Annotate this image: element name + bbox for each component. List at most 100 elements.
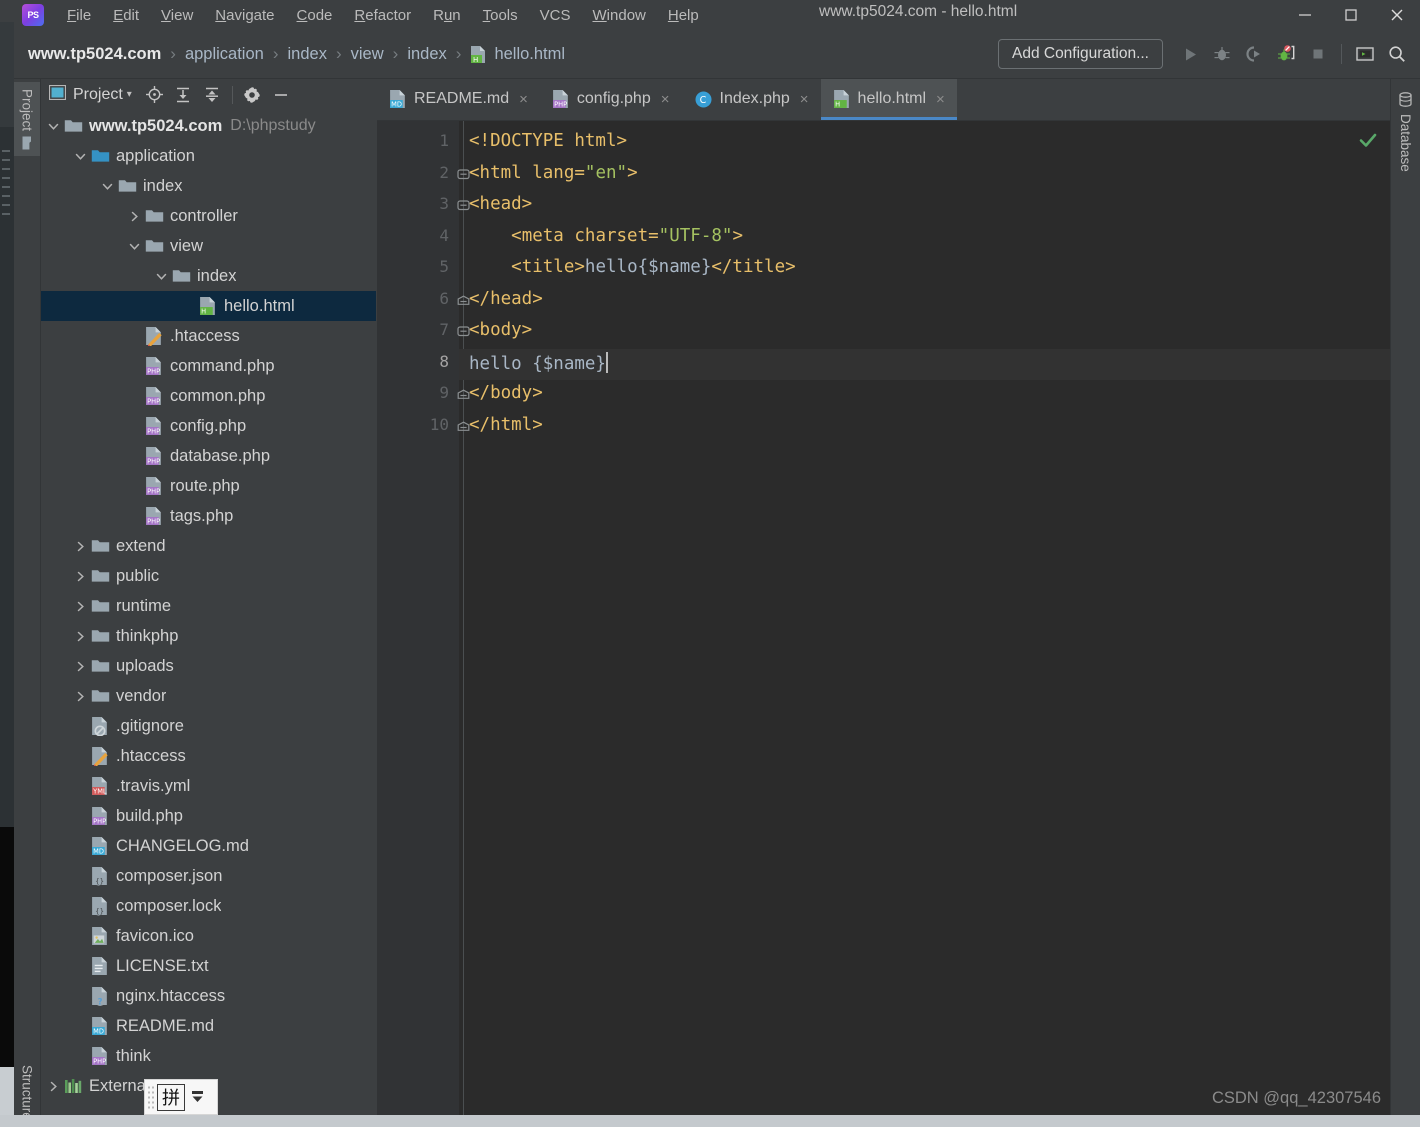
ime-expand-button[interactable] (192, 1091, 203, 1103)
menu-item-file[interactable]: File (56, 4, 102, 27)
code-editor[interactable]: 1 2 3 4 5 6 7 8 9 10 CSDN @qq_42307546 <!DOCTYPE … (377, 121, 1391, 1127)
menu-item-window[interactable]: Window (582, 4, 657, 27)
chevron-down-icon[interactable]: ▾ (127, 89, 132, 100)
chevron-right-icon[interactable] (75, 661, 86, 672)
close-tab-icon[interactable]: × (800, 91, 809, 108)
hide-panel-button[interactable] (267, 80, 296, 109)
collapse-all-button[interactable] (198, 80, 227, 109)
menu-item-run[interactable]: Run (422, 4, 472, 27)
tree-row[interactable]: {} composer.lock (40, 891, 376, 921)
chevron-down-icon[interactable] (48, 121, 59, 132)
tree-row[interactable]: Hhello.html (40, 291, 376, 321)
debug-button[interactable] (1207, 39, 1237, 69)
sidebar-tab-database[interactable]: Database (1391, 84, 1420, 180)
chevron-right-icon[interactable] (75, 601, 86, 612)
chevron-right-icon[interactable] (75, 691, 86, 702)
tree-row[interactable]: index (40, 171, 376, 201)
code-line[interactable]: <!DOCTYPE html> (469, 131, 627, 151)
code-line[interactable]: <body> (469, 320, 532, 340)
maximize-button[interactable] (1328, 0, 1374, 30)
tree-row[interactable]: view (40, 231, 376, 261)
close-tab-icon[interactable]: × (661, 91, 670, 108)
tree-row[interactable]: PHP database.php (40, 441, 376, 471)
menu-item-refactor[interactable]: Refactor (343, 4, 422, 27)
menu-item-tools[interactable]: Tools (472, 4, 529, 27)
tree-toggle-arrow[interactable] (71, 601, 89, 612)
chevron-down-icon[interactable] (102, 181, 113, 192)
code-line[interactable]: <html lang="en"> (469, 163, 638, 183)
tree-row[interactable]: uploads (40, 651, 376, 681)
chevron-right-icon[interactable] (75, 631, 86, 642)
tree-toggle-arrow[interactable] (44, 1081, 62, 1092)
chevron-right-icon[interactable] (48, 1081, 59, 1092)
tree-row[interactable]: ? nginx.htaccess (40, 981, 376, 1011)
breadcrumb-item-4[interactable]: index (407, 45, 446, 64)
code-line[interactable]: </head> (469, 289, 543, 309)
tree-row[interactable]: .gitignore (40, 711, 376, 741)
tree-toggle-arrow[interactable] (71, 631, 89, 642)
menu-item-code[interactable]: Code (286, 4, 344, 27)
tree-toggle-arrow[interactable] (44, 121, 62, 132)
chevron-down-icon[interactable] (75, 151, 86, 162)
breadcrumb-item-2[interactable]: index (288, 45, 327, 64)
tree-toggle-arrow[interactable] (71, 661, 89, 672)
tree-row[interactable]: runtime (40, 591, 376, 621)
menu-item-vcs[interactable]: VCS (529, 4, 582, 27)
expand-all-button[interactable] (169, 80, 198, 109)
menu-item-navigate[interactable]: Navigate (204, 4, 285, 27)
menu-item-help[interactable]: Help (657, 4, 710, 27)
tree-row[interactable]: vendor (40, 681, 376, 711)
menu-item-edit[interactable]: Edit (102, 4, 150, 27)
run-with-coverage-button[interactable] (1239, 39, 1269, 69)
menu-item-view[interactable]: View (150, 4, 204, 27)
code-line[interactable]: hello {$name} (469, 351, 608, 374)
tree-row[interactable]: PHP tags.php (40, 501, 376, 531)
code-line[interactable]: <head> (469, 194, 532, 214)
tree-row[interactable]: .htaccess (40, 321, 376, 351)
tree-row[interactable]: index (40, 261, 376, 291)
code-line[interactable]: <title>hello{$name}</title> (469, 257, 796, 277)
tree-row[interactable]: PHP route.php (40, 471, 376, 501)
tree-row[interactable]: thinkphp (40, 621, 376, 651)
breadcrumb-item-1[interactable]: application (185, 45, 264, 64)
tree-toggle-arrow[interactable] (152, 271, 170, 282)
run-button[interactable] (1175, 39, 1205, 69)
tree-row[interactable]: MD CHANGELOG.md (40, 831, 376, 861)
tree-row[interactable]: MD README.md (40, 1011, 376, 1041)
line-number-gutter[interactable]: 1 2 3 4 5 6 7 8 9 10 (377, 121, 459, 1127)
minimize-button[interactable] (1282, 0, 1328, 30)
code-line[interactable]: <meta charset="UTF-8"> (469, 226, 743, 246)
drag-grip-icon[interactable] (147, 1085, 156, 1109)
debug-attach-button[interactable] (1271, 39, 1301, 69)
tree-toggle-arrow[interactable] (71, 691, 89, 702)
tree-toggle-arrow[interactable] (125, 211, 143, 222)
close-button[interactable] (1374, 0, 1420, 30)
tree-row[interactable]: PHP think (40, 1041, 376, 1071)
tree-row[interactable]: favicon.ico (40, 921, 376, 951)
chevron-down-icon[interactable] (156, 271, 167, 282)
tree-row[interactable]: {} composer.json (40, 861, 376, 891)
close-tab-icon[interactable]: × (519, 91, 528, 108)
editor-tab[interactable]: Hhello.html × (820, 78, 958, 120)
tree-row[interactable]: PHP common.php (40, 381, 376, 411)
ime-floating-toolbar[interactable]: 拼 (144, 1079, 218, 1115)
breadcrumb-item-5[interactable]: H hello.html (470, 45, 565, 64)
chevron-right-icon[interactable] (129, 211, 140, 222)
inspection-status-widget[interactable] (1357, 129, 1379, 156)
tree-row[interactable]: public (40, 561, 376, 591)
close-tab-icon[interactable]: × (936, 91, 945, 108)
tree-toggle-arrow[interactable] (71, 571, 89, 582)
tree-row[interactable]: PHP build.php (40, 801, 376, 831)
tree-row[interactable]: .htaccess (40, 741, 376, 771)
tree-row[interactable]: YML .travis.yml (40, 771, 376, 801)
add-configuration-button[interactable]: Add Configuration... (997, 39, 1163, 69)
tree-toggle-arrow[interactable] (98, 181, 116, 192)
stop-button[interactable] (1303, 39, 1333, 69)
tree-row[interactable]: PHP config.php (40, 411, 376, 441)
project-file-tree[interactable]: www.tp5024.com D:\phpstudy application inde… (40, 111, 376, 1101)
ime-mode-button[interactable]: 拼 (157, 1083, 185, 1111)
editor-tab[interactable]: C Index.php × (682, 78, 821, 120)
chevron-down-icon[interactable] (129, 241, 140, 252)
editor-tab[interactable]: PHP config.php × (540, 78, 682, 120)
terminal-button[interactable] (1350, 39, 1380, 69)
